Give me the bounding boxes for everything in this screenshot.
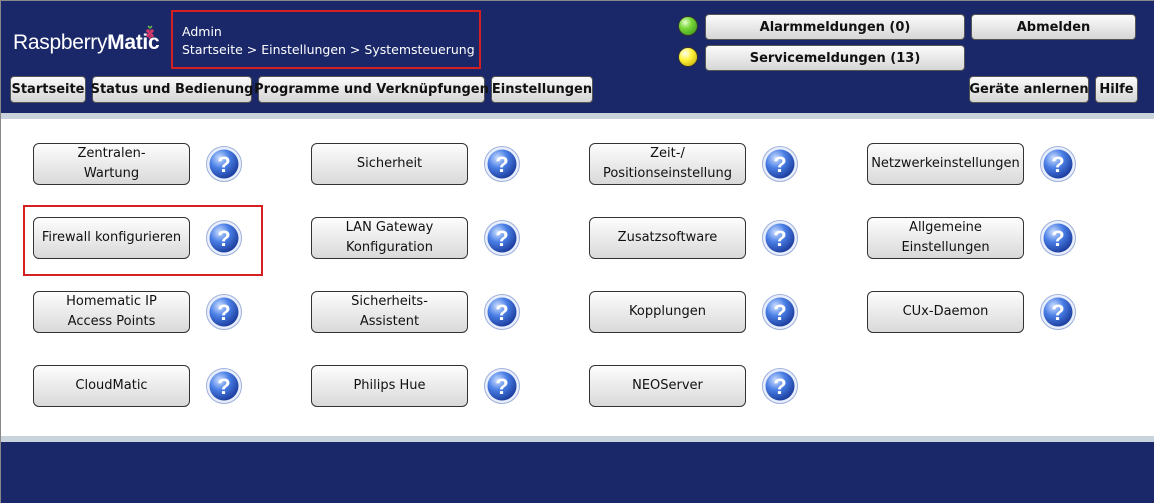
question-mark-icon[interactable]: ? bbox=[1039, 145, 1077, 183]
svg-text:?: ? bbox=[217, 226, 230, 251]
svg-text:?: ? bbox=[217, 374, 230, 399]
logo-text-a: Raspberry bbox=[13, 31, 108, 54]
svg-text:?: ? bbox=[495, 300, 508, 325]
settings-tile-button[interactable]: Philips Hue bbox=[311, 365, 468, 407]
settings-tile-button[interactable]: Kopplungen bbox=[589, 291, 746, 333]
question-mark-icon[interactable]: ? bbox=[761, 219, 799, 257]
raspberrymatic-logo: RaspberryMatic bbox=[13, 31, 160, 55]
header-bar: RaspberryMatic Admin Startseite > Einste… bbox=[1, 1, 1154, 113]
nav-startseite[interactable]: Startseite bbox=[10, 76, 86, 103]
logout-button[interactable]: Abmelden bbox=[971, 14, 1136, 40]
nav-programme-und-verknuepfungen[interactable]: Programme und Verknüpfungen bbox=[254, 76, 489, 103]
settings-tile-button[interactable]: Sicherheit bbox=[311, 143, 468, 185]
question-mark-icon[interactable]: ? bbox=[1039, 293, 1077, 331]
breadcrumb-box: Admin Startseite > Einstellungen > Syste… bbox=[171, 10, 481, 69]
nav-status-und-bedienung[interactable]: Status und Bedienung bbox=[91, 76, 253, 103]
svg-text:?: ? bbox=[495, 226, 508, 251]
question-mark-icon[interactable]: ? bbox=[483, 293, 521, 331]
question-mark-icon[interactable]: ? bbox=[205, 145, 243, 183]
question-mark-icon[interactable]: ? bbox=[761, 367, 799, 405]
settings-tile-button[interactable]: Homematic IP Access Points bbox=[33, 291, 190, 333]
svg-text:?: ? bbox=[1051, 226, 1064, 251]
help-button[interactable]: Hilfe bbox=[1095, 76, 1138, 103]
settings-tile-button[interactable]: Zusatzsoftware bbox=[589, 217, 746, 259]
service-messages-button[interactable]: Servicemeldungen (13) bbox=[705, 45, 965, 71]
svg-text:?: ? bbox=[773, 300, 786, 325]
settings-tile-button[interactable]: Zentralen- Wartung bbox=[33, 143, 190, 185]
svg-text:?: ? bbox=[495, 152, 508, 177]
alarm-messages-button[interactable]: Alarmmeldungen (0) bbox=[705, 14, 965, 40]
service-status-led-icon bbox=[678, 47, 698, 67]
svg-text:?: ? bbox=[1051, 152, 1064, 177]
svg-text:?: ? bbox=[1051, 300, 1064, 325]
settings-tile-button[interactable]: LAN Gateway Konfiguration bbox=[311, 217, 468, 259]
svg-text:?: ? bbox=[217, 300, 230, 325]
settings-tile-button[interactable]: CloudMatic bbox=[33, 365, 190, 407]
system-control-panel: Zentralen- Wartung ? Sicherheit ? Zeit-/… bbox=[1, 113, 1154, 442]
settings-tile-button[interactable]: Netzwerkeinstellungen bbox=[867, 143, 1024, 185]
svg-text:?: ? bbox=[773, 226, 786, 251]
svg-text:?: ? bbox=[773, 374, 786, 399]
question-mark-icon[interactable]: ? bbox=[205, 219, 243, 257]
settings-tile-button[interactable]: Sicherheits- Assistent bbox=[311, 291, 468, 333]
question-mark-icon[interactable]: ? bbox=[205, 293, 243, 331]
breadcrumb: Startseite > Einstellungen > Systemsteue… bbox=[182, 42, 475, 57]
alarm-status-led-icon bbox=[678, 16, 698, 36]
question-mark-icon[interactable]: ? bbox=[761, 145, 799, 183]
user-name: Admin bbox=[182, 24, 222, 39]
learn-devices-button[interactable]: Geräte anlernen bbox=[969, 76, 1089, 103]
settings-tile-button[interactable]: Allgemeine Einstellungen bbox=[867, 217, 1024, 259]
settings-tile-button[interactable]: Zeit-/ Positionseinstellung bbox=[589, 143, 746, 185]
question-mark-icon[interactable]: ? bbox=[483, 145, 521, 183]
svg-text:?: ? bbox=[773, 152, 786, 177]
question-mark-icon[interactable]: ? bbox=[761, 293, 799, 331]
svg-text:?: ? bbox=[217, 152, 230, 177]
question-mark-icon[interactable]: ? bbox=[205, 367, 243, 405]
question-mark-icon[interactable]: ? bbox=[1039, 219, 1077, 257]
raspberry-icon bbox=[146, 25, 154, 39]
settings-tile-button[interactable]: NEOServer bbox=[589, 365, 746, 407]
svg-text:?: ? bbox=[495, 374, 508, 399]
question-mark-icon[interactable]: ? bbox=[483, 367, 521, 405]
question-mark-icon[interactable]: ? bbox=[483, 219, 521, 257]
settings-tile-button[interactable]: CUx-Daemon bbox=[867, 291, 1024, 333]
footer-bar bbox=[1, 442, 1154, 503]
nav-einstellungen[interactable]: Einstellungen bbox=[491, 76, 593, 103]
settings-tile-button[interactable]: Firewall konfigurieren bbox=[33, 217, 190, 259]
